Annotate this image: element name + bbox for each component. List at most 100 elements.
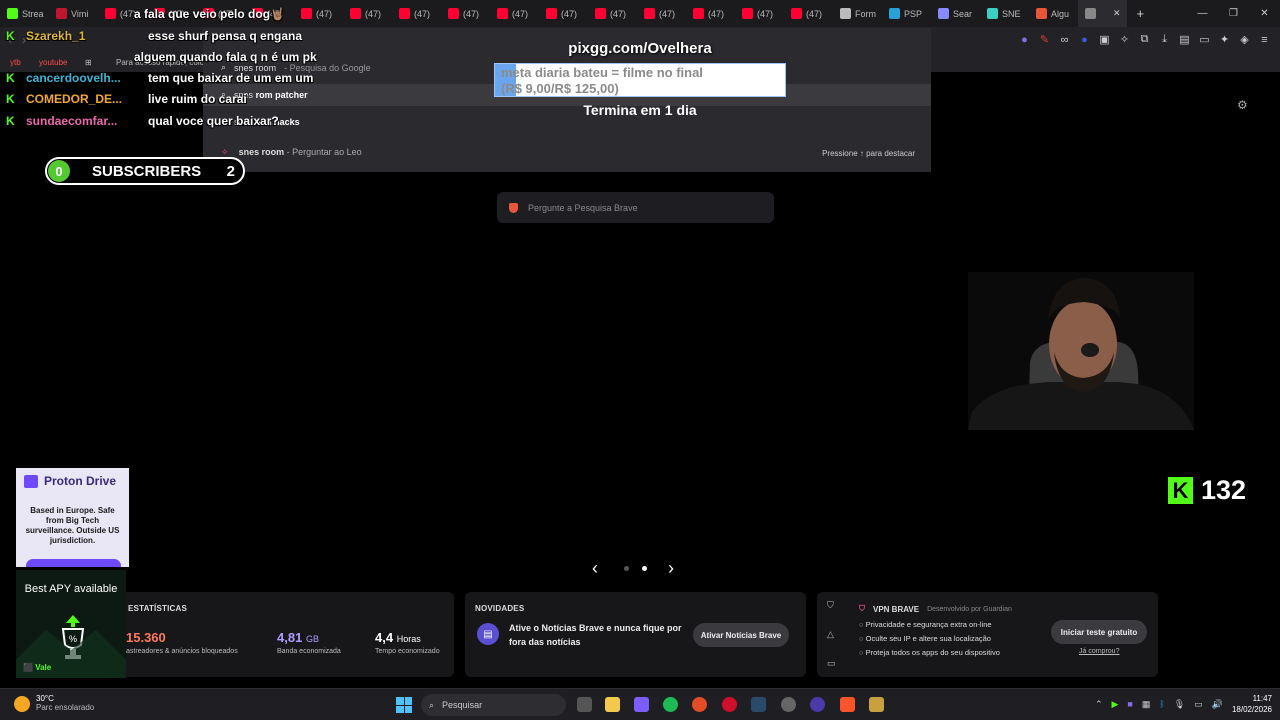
chevron-right-icon[interactable]: ›	[668, 558, 674, 579]
browser-tab[interactable]: (47)	[784, 0, 833, 27]
weather-widget[interactable]: 30°C Parc ensolarado	[14, 694, 94, 712]
chat-text: qual voce quer baixar?	[148, 114, 279, 128]
carousel-dot-active[interactable]	[642, 566, 647, 571]
steam-icon[interactable]	[751, 697, 766, 712]
vpn-icon[interactable]: ◈	[1237, 32, 1252, 47]
close-tab-icon[interactable]: ✕	[1113, 8, 1121, 19]
leo-icon: ✧	[221, 147, 229, 157]
app-icon[interactable]	[810, 697, 825, 712]
chat-text: a fala que veio pelo dog🤘🏽	[134, 7, 285, 21]
warning-icon[interactable]: △	[827, 629, 837, 640]
tray-app-icon[interactable]: ▦	[1142, 699, 1151, 710]
vpn-card: ⛉ △ ▭ ⛉ VPN BRAVE Desenvolvido por Guard…	[817, 592, 1158, 677]
gear-icon[interactable]: ⚙	[1237, 98, 1248, 112]
browser-tab[interactable]: Algu	[1029, 0, 1078, 27]
leo-icon[interactable]: ✦	[1217, 32, 1232, 47]
maximize-button[interactable]: ❐	[1218, 0, 1249, 27]
browser-tab[interactable]: (47)	[294, 0, 343, 27]
browser-tab[interactable]: (47)	[343, 0, 392, 27]
obs-icon[interactable]	[781, 697, 796, 712]
minimize-button[interactable]: —	[1187, 0, 1218, 27]
chat-text: live ruim do carai	[148, 92, 247, 106]
clock-date: 18/02/2026	[1231, 705, 1272, 714]
tab-label: SNE	[1002, 8, 1021, 19]
spotify-icon[interactable]	[663, 697, 678, 712]
microphone-icon[interactable]: 🎙	[1174, 699, 1185, 710]
apy-ad-background	[16, 630, 126, 678]
tray-app-icon[interactable]: ■	[1127, 699, 1132, 709]
browser-tab[interactable]: SNE	[980, 0, 1029, 27]
start-trial-button[interactable]: Iniciar teste gratuito	[1051, 620, 1147, 644]
pen-icon[interactable]: ✎	[1037, 32, 1052, 47]
opera-icon[interactable]	[722, 697, 737, 712]
tab-label: Form	[855, 8, 876, 19]
proton-drive-ad[interactable]: Proton Drive Based in Europe. Safe from …	[16, 468, 129, 567]
network-icon[interactable]: ▭	[1194, 699, 1203, 710]
tab-label: Sear	[953, 8, 973, 19]
brave-icon[interactable]	[840, 697, 855, 712]
sidebar-icon[interactable]: ▤	[1177, 32, 1192, 47]
browser-tab[interactable]: (47)	[735, 0, 784, 27]
browser-tab[interactable]: (47)	[490, 0, 539, 27]
browser-tab[interactable]: (47)	[392, 0, 441, 27]
wallet-icon[interactable]: ▭	[1197, 32, 1212, 47]
already-bought-link[interactable]: Já comprou?	[1079, 648, 1119, 655]
chevron-left-icon[interactable]: ‹	[592, 558, 598, 579]
volume-icon[interactable]: 🔊	[1212, 699, 1223, 710]
download-icon[interactable]: ⤓	[1157, 32, 1172, 47]
browser-tab[interactable]: (47)	[588, 0, 637, 27]
browser-tab[interactable]: Vimi	[49, 0, 98, 27]
play-icon[interactable]: ▶	[1112, 699, 1119, 710]
league-icon[interactable]	[869, 697, 884, 712]
ask-leo-row[interactable]: ✧ snes room - Perguntar ao Leo	[221, 147, 362, 158]
browser-tab[interactable]: (47)	[637, 0, 686, 27]
new-tab-button[interactable]: +	[1137, 6, 1145, 21]
kick-badge-icon: K	[6, 29, 15, 43]
close-window-button[interactable]: ✕	[1249, 0, 1280, 27]
chrome-icon[interactable]	[692, 697, 707, 712]
menu-icon[interactable]: ≡	[1257, 32, 1272, 47]
browser-tab[interactable]: Sear	[931, 0, 980, 27]
clock[interactable]: 11:47 18/02/2026	[1232, 693, 1272, 715]
proton-ad-button[interactable]	[26, 559, 121, 567]
puzzle-icon[interactable]: ✧	[1117, 32, 1132, 47]
donation-goal: pixgg.com/Ovelhera meta diaria bateu = f…	[494, 40, 786, 118]
browser-tab[interactable]: PSP	[882, 0, 931, 27]
time-label: Tempo economizado	[375, 648, 440, 655]
browser-tab[interactable]: (47)	[441, 0, 490, 27]
browser-tab[interactable]: (47)	[686, 0, 735, 27]
windows-start-icon[interactable]	[396, 697, 412, 713]
glasses-icon[interactable]: ∞	[1057, 32, 1072, 47]
browser-tab[interactable]: (47)	[539, 0, 588, 27]
tab-favicon-icon	[301, 8, 312, 19]
chevron-up-icon[interactable]: ⌃	[1095, 699, 1103, 710]
apps-icon[interactable]	[634, 697, 649, 712]
file-explorer-icon[interactable]	[605, 697, 620, 712]
extension-icon[interactable]: ●	[1017, 32, 1032, 47]
camera-icon[interactable]: ▭	[827, 658, 837, 669]
activate-news-button[interactable]: Ativar Notícias Brave	[693, 623, 789, 647]
time-value: 4,4	[375, 630, 394, 645]
shield-icon[interactable]: ⛉	[827, 600, 837, 611]
shield-ext-icon[interactable]: ●	[1077, 32, 1092, 47]
carousel-dot[interactable]	[624, 566, 629, 571]
browser-tab[interactable]: Strea	[0, 0, 49, 27]
apy-ad[interactable]: Best APY available % ⬛ Vale	[16, 570, 126, 678]
bluetooth-icon[interactable]: ᛒ	[1159, 699, 1164, 709]
screenshot-icon[interactable]: ⧉	[1137, 32, 1152, 47]
subscriber-count: 0	[48, 160, 70, 182]
brave-search-box[interactable]: Pergunte a Pesquisa Brave	[497, 192, 774, 223]
square-ext-icon[interactable]: ▣	[1097, 32, 1112, 47]
apps-icon[interactable]: ⊞	[85, 58, 92, 67]
vpn-header: ⛉ VPN BRAVE Desenvolvido por Guardian	[859, 604, 1012, 614]
bookmark-ytb[interactable]: ytb	[10, 58, 21, 67]
tab-favicon-icon	[644, 8, 655, 19]
task-view-icon[interactable]	[577, 697, 592, 712]
tab-favicon-icon	[350, 8, 361, 19]
brave-lion-icon	[509, 202, 518, 213]
browser-tab[interactable]: Form	[833, 0, 882, 27]
tab-label: Vimi	[71, 8, 89, 19]
donation-goal-line: meta diaria bateu = filme no final	[501, 65, 703, 80]
bookmark-youtube[interactable]: youtube	[39, 58, 67, 67]
taskbar-search[interactable]: ⌕ Pesquisar	[421, 694, 566, 716]
